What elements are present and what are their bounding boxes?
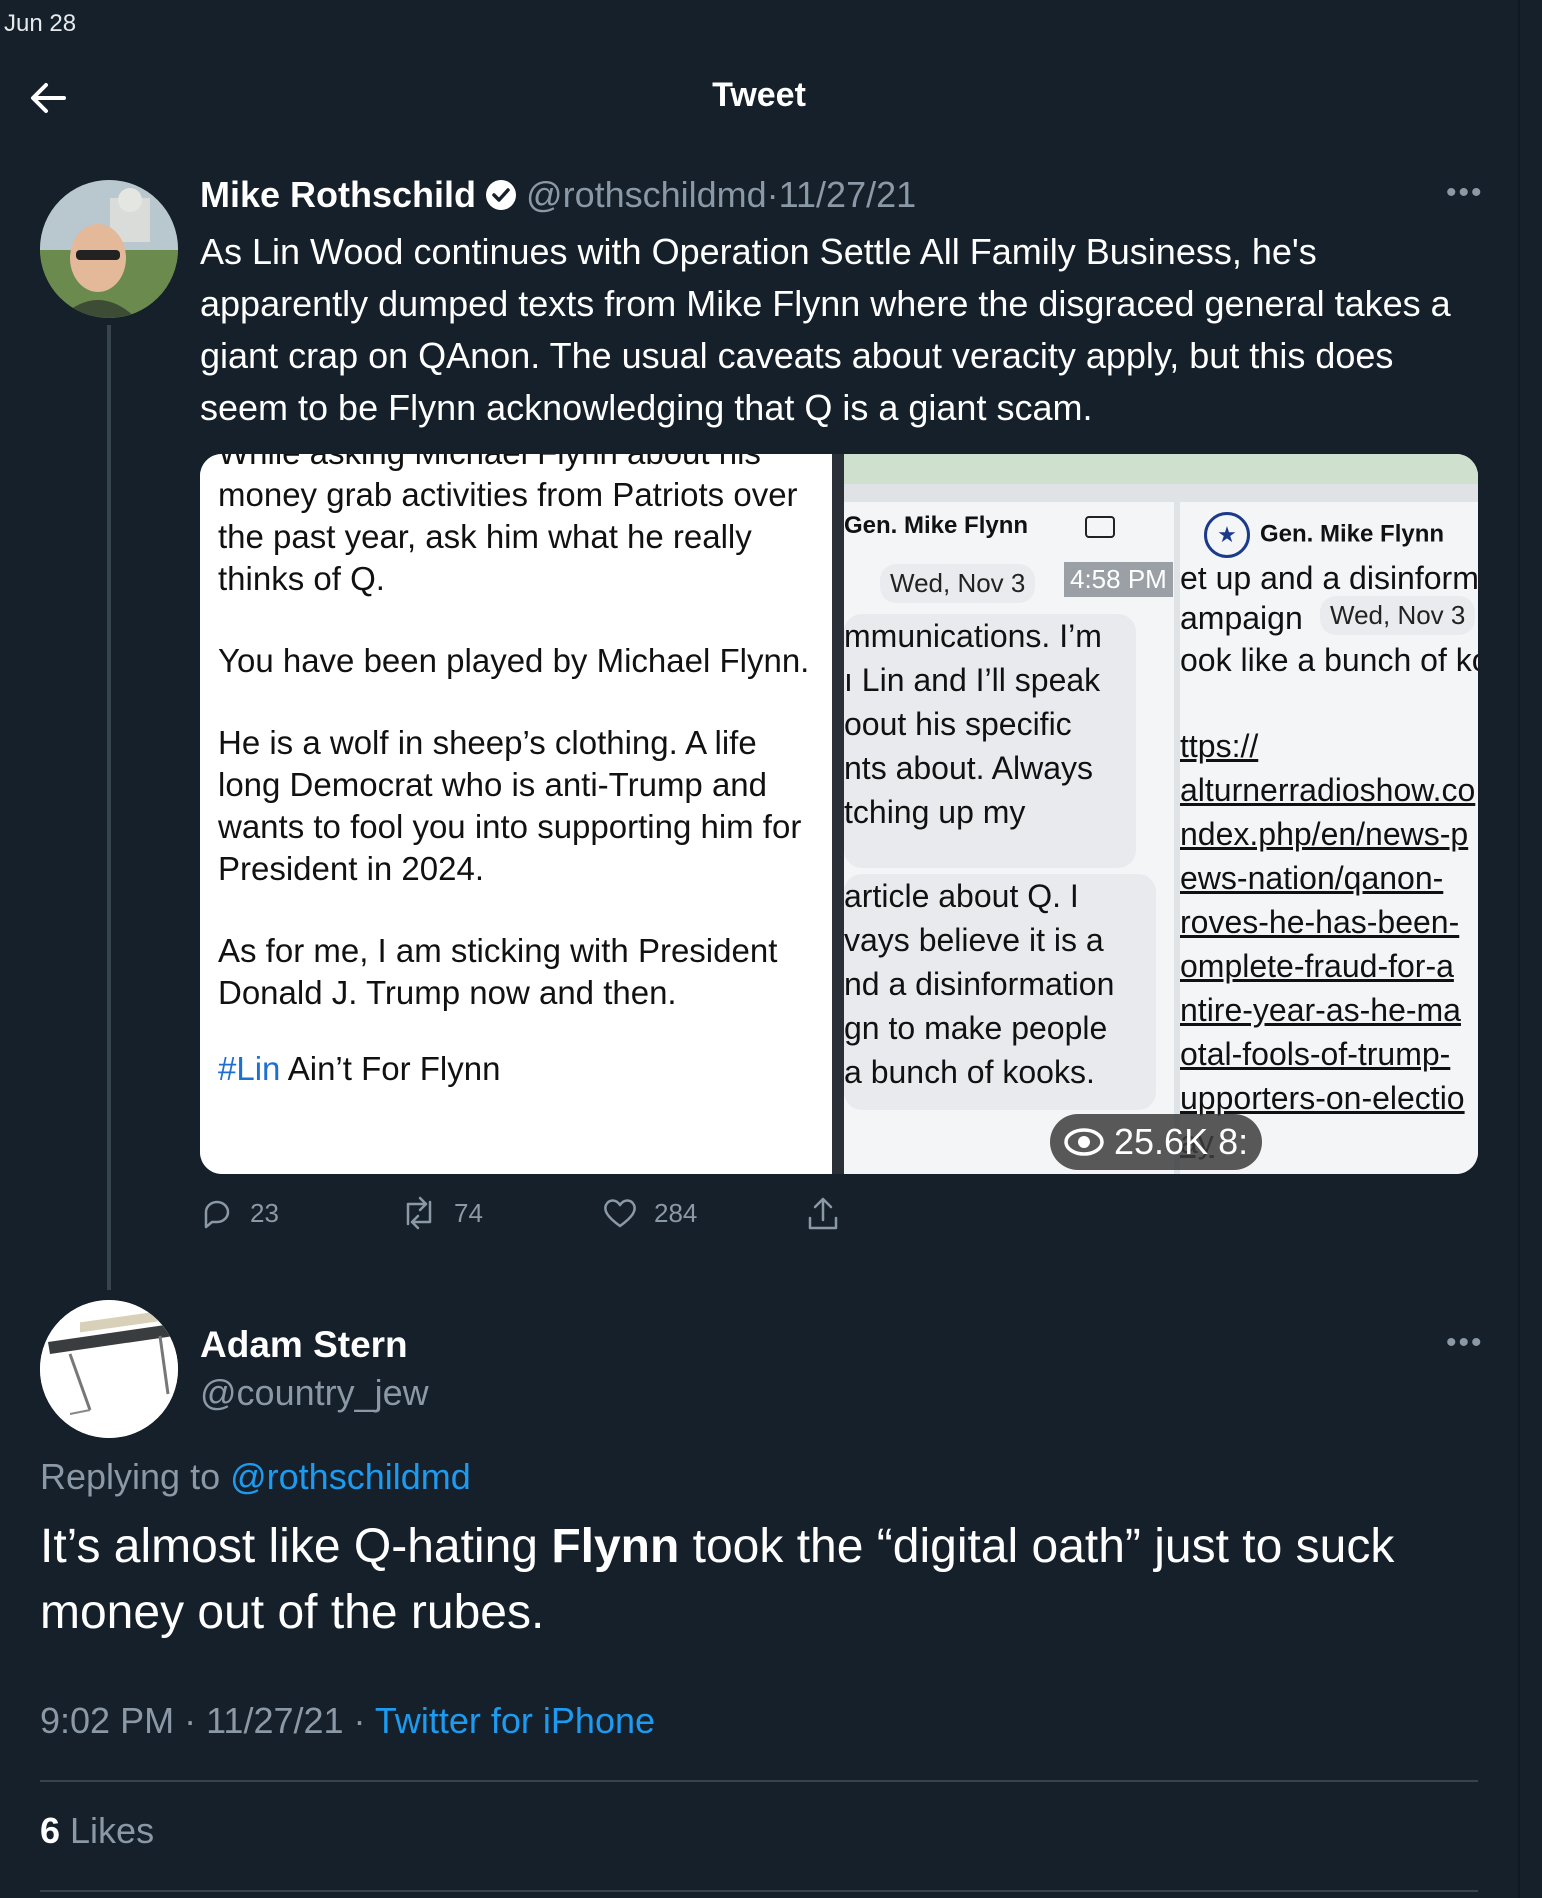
likes-count: 6	[40, 1810, 61, 1851]
chat-header: ★ Gen. Mike Flynn	[1180, 502, 1478, 558]
link-line: roves-he-has-been-	[1180, 904, 1460, 940]
image-divider	[832, 454, 844, 1174]
window-edge	[1518, 0, 1520, 1898]
reply-button[interactable]: 23	[200, 1196, 279, 1230]
chat-link: ttps:// alturnerradioshow.co ndex.php/en…	[1180, 724, 1475, 1164]
avatar[interactable]	[40, 1300, 178, 1438]
video-call-icon	[1084, 515, 1115, 538]
chat-bubble: mmunications. I’m ı Lin and I’ll speak o…	[844, 614, 1136, 868]
cut-line: While asking Michael Flynn about his	[218, 454, 832, 474]
hashtag-line: #Lin Ain’t For Flynn	[218, 1048, 828, 1090]
more-options-icon[interactable]: •••	[1446, 176, 1484, 210]
views-time: 8:	[1218, 1121, 1249, 1162]
like-count: 284	[654, 1197, 698, 1228]
replying-to: Replying to @rothschildmd	[40, 1456, 471, 1498]
hashtag: #Lin	[218, 1050, 281, 1087]
chat-bubble: article about Q. I vays believe it is a …	[844, 874, 1156, 1110]
chat-name: Gen. Mike Flynn	[844, 512, 1029, 539]
thread-line	[107, 325, 111, 1290]
likes-summary[interactable]: 6 Likes	[40, 1810, 154, 1852]
text-paragraph: You have been played by Michael Flynn.	[218, 642, 810, 679]
bubble-line: nts about. Always	[844, 750, 1094, 786]
tweet-date: 11/27/21	[206, 1700, 344, 1741]
verified-badge-icon	[486, 180, 517, 210]
bubble-line: vays believe it is a	[844, 922, 1104, 958]
avatar[interactable]	[40, 180, 178, 318]
chat-line: ook like a bunch of ko	[1180, 642, 1478, 678]
avatar-photo	[40, 1300, 178, 1438]
retweet-icon	[406, 1196, 432, 1230]
bubble-line: mmunications. I’m	[844, 618, 1102, 654]
retweet-button[interactable]: 74	[400, 1196, 483, 1230]
more-options-icon[interactable]: •••	[1446, 1326, 1484, 1360]
chat-line: ampaign	[1180, 600, 1303, 636]
text-paragraph: money grab activities from Patriots over…	[218, 476, 798, 597]
share-icon	[808, 1197, 838, 1230]
link-line: omplete-fraud-for-a	[1180, 948, 1454, 984]
hashtag-rest: Ain’t For Flynn	[280, 1050, 501, 1087]
chat-date: Wed, Nov 3	[1320, 596, 1476, 635]
link-line: ews-nation/qanon-	[1180, 860, 1444, 896]
replying-label: Replying to	[40, 1456, 231, 1497]
star-emblem-icon: ★	[1204, 512, 1250, 558]
tweet-text: As Lin Wood continues with Operation Set…	[200, 231, 1451, 428]
tweet-source-link[interactable]: Twitter for iPhone	[375, 1700, 655, 1741]
author-handle[interactable]: @rothschildmd	[526, 174, 767, 216]
map-strip	[844, 454, 1478, 484]
link-line: otal-fools-of-trump-	[1180, 1036, 1451, 1072]
reply-author-handle[interactable]: @country_jew	[200, 1372, 429, 1414]
bubble-line: oout his specific	[844, 706, 1072, 742]
tweet-date[interactable]: 11/27/21	[779, 174, 916, 216]
separator-dot: ·	[343, 1700, 375, 1741]
status-date: Jun 28	[4, 10, 77, 37]
chat-date: Wed, Nov 3	[880, 564, 1036, 603]
reply-icon	[204, 1200, 230, 1229]
bubble-line: gn to make people	[844, 1010, 1108, 1046]
likes-label: Likes	[60, 1810, 155, 1851]
eye-icon	[1064, 1128, 1104, 1156]
separator-dot: ·	[174, 1700, 207, 1741]
bubble-line: a bunch of kooks.	[844, 1054, 1095, 1090]
text-paragraph: He is a wolf in sheep’s clothing. A life…	[218, 724, 802, 887]
author-name[interactable]: Mike Rothschild	[200, 174, 476, 216]
separator-dot: ·	[766, 174, 779, 215]
chat-column-1: Gen. Mike Flynn Wed, Nov 3 4:58 PM mmuni…	[844, 502, 1174, 1174]
tweet-time: 9:02 PM	[40, 1700, 175, 1741]
bubble-line: ı Lin and I’ll speak	[844, 662, 1101, 698]
divider	[40, 1890, 1478, 1892]
page-title: Tweet	[712, 76, 806, 114]
reply-text: It’s almost like Q-hating Flynn took the…	[40, 1514, 1480, 1646]
retweet-count: 74	[454, 1197, 483, 1228]
bubble-line: tching up my	[844, 794, 1026, 830]
chat-header: Gen. Mike Flynn	[844, 502, 1174, 540]
heart-icon	[604, 1199, 636, 1228]
link-line: alturnerradioshow.co	[1180, 772, 1476, 808]
link-line: ndex.php/en/news-p	[1180, 816, 1469, 852]
link-line: ttps://	[1180, 728, 1259, 764]
text-segment: It’s almost like Q-hating	[40, 1520, 552, 1573]
tweet-meta: 9:02 PM · 11/27/21 · Twitter for iPhone	[40, 1700, 655, 1742]
bubble-line: nd a disinformation	[844, 966, 1115, 1002]
chat-name: Gen. Mike Flynn	[1260, 520, 1445, 548]
views-count: 25.6K	[1114, 1121, 1209, 1162]
chat-time: 4:58 PM	[1064, 562, 1173, 597]
divider	[40, 1780, 1478, 1782]
chat-column-2: ★ Gen. Mike Flynn et up and a disinform a…	[1180, 502, 1478, 1174]
replying-to-link[interactable]: @rothschildmd	[230, 1456, 471, 1497]
avatar-photo	[40, 180, 178, 318]
media-image-right[interactable]: Gen. Mike Flynn Wed, Nov 3 4:58 PM mmuni…	[844, 454, 1478, 1174]
bubble-line: article about Q. I	[844, 878, 1079, 914]
chat-line: et up and a disinform	[1180, 560, 1478, 596]
media-image-left[interactable]: While asking Michael Flynn about his mon…	[200, 454, 832, 1174]
tweet-media[interactable]: While asking Michael Flynn about his mon…	[200, 454, 1478, 1174]
link-line: ntire-year-as-he-ma	[1180, 992, 1461, 1028]
text-paragraph: As for me, I am sticking with President …	[218, 932, 778, 1011]
tweet-header: Mike Rothschild @rothschildmd · 11/27/21	[200, 174, 916, 216]
views-badge: 25.6K 8:	[1050, 1114, 1263, 1170]
reply-author-name[interactable]: Adam Stern	[200, 1324, 408, 1366]
text-bold-segment: Flynn	[551, 1520, 680, 1573]
like-button[interactable]: 284	[602, 1196, 697, 1230]
reply-count: 23	[250, 1197, 279, 1228]
share-button[interactable]	[806, 1196, 840, 1232]
